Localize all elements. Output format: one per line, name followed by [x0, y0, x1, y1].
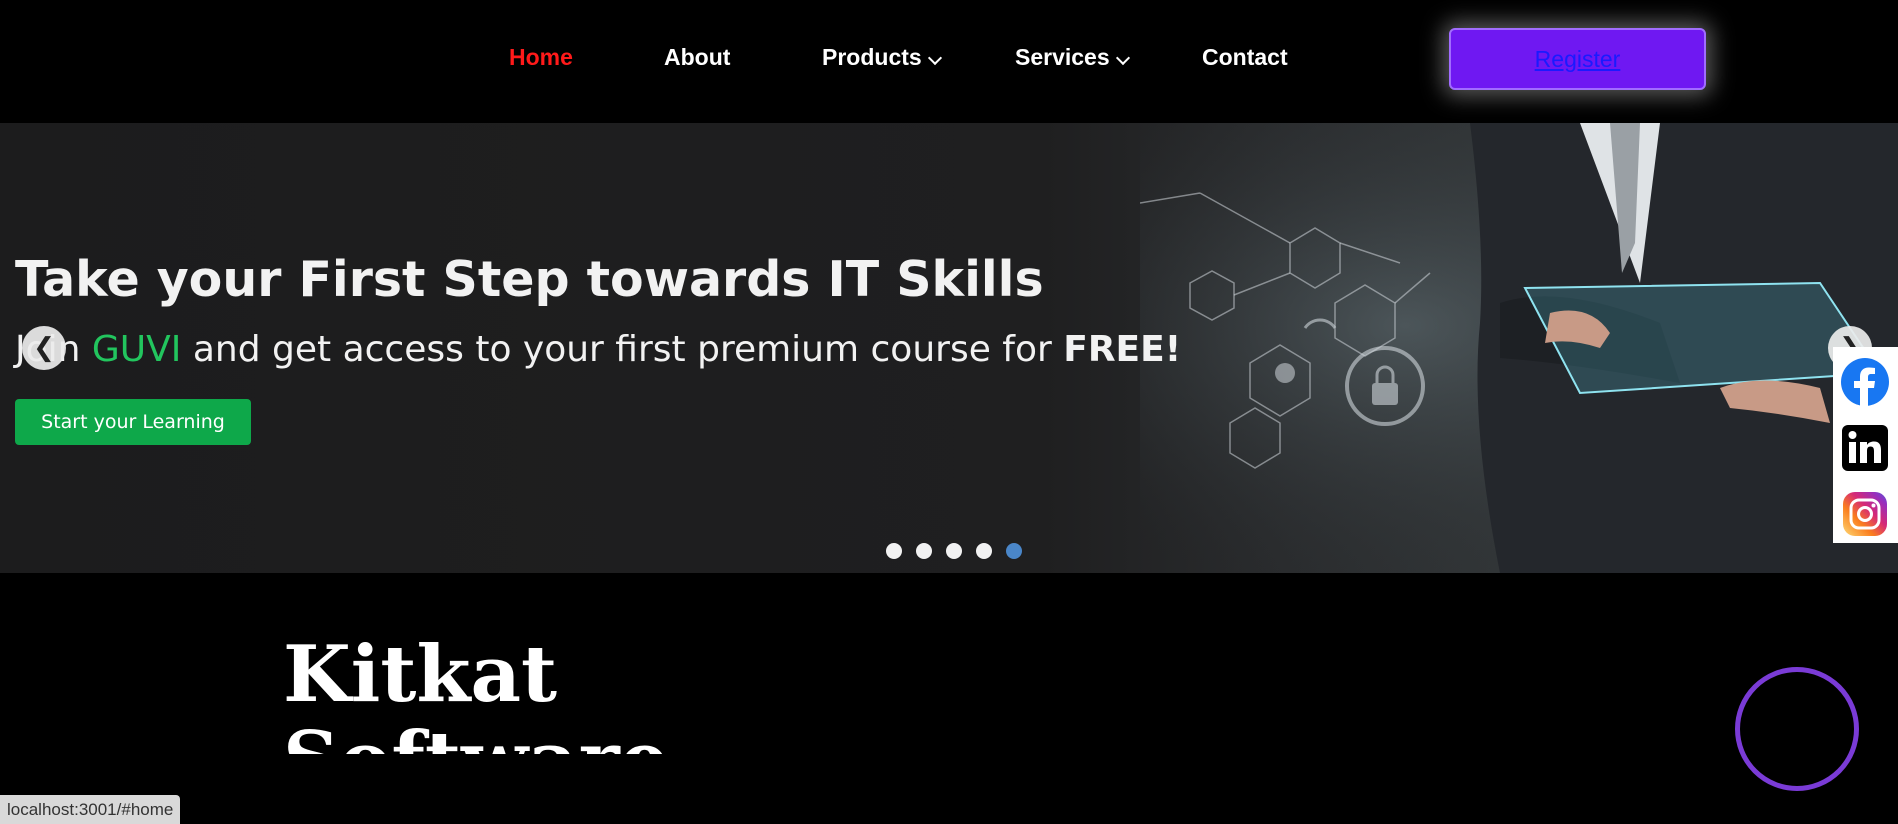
- hero-subtitle-emphasis: FREE!: [1063, 329, 1182, 370]
- nav-products[interactable]: Products: [822, 44, 942, 71]
- chat-bubble-button[interactable]: [1735, 667, 1859, 791]
- hero-title: Take your First Step towards IT Skills: [15, 251, 1044, 308]
- nav-home[interactable]: Home: [509, 44, 573, 71]
- carousel-dot[interactable]: [946, 543, 962, 559]
- top-navbar: Home About Products Services Contact Reg…: [0, 0, 1898, 123]
- start-learning-button[interactable]: Start your Learning: [15, 399, 251, 445]
- hero-image: [1140, 123, 1898, 573]
- instagram-icon[interactable]: [1840, 489, 1890, 539]
- nav-services[interactable]: Services: [1015, 44, 1130, 71]
- hero-subtitle: Join GUVI and get access to your first p…: [15, 329, 1181, 370]
- register-button[interactable]: Register: [1449, 28, 1706, 90]
- carousel-dot[interactable]: [976, 543, 992, 559]
- company-name-heading: Kitkat Software: [283, 632, 703, 754]
- hero-subtitle-middle: and get access to your first premium cou…: [181, 329, 1064, 370]
- chevron-left-icon: ❮: [33, 333, 55, 363]
- nav-contact[interactable]: Contact: [1202, 44, 1288, 71]
- chevron-down-icon: [927, 50, 942, 66]
- carousel-prev-button[interactable]: ❮: [22, 326, 66, 370]
- company-name-line1: Kitkat: [283, 632, 558, 720]
- linkedin-icon[interactable]: [1840, 423, 1890, 473]
- carousel-dot[interactable]: [916, 543, 932, 559]
- nav-products-label: Products: [822, 44, 922, 70]
- browser-status-bar: localhost:3001/#home: [0, 795, 181, 824]
- nav-services-label: Services: [1015, 44, 1110, 70]
- social-sidebar: [1833, 347, 1898, 543]
- carousel-dot-active[interactable]: [1006, 543, 1022, 559]
- carousel-indicators: [886, 543, 1022, 559]
- hero-carousel: Take your First Step towards IT Skills J…: [0, 123, 1898, 573]
- chevron-down-icon: [1115, 50, 1130, 66]
- nav-about[interactable]: About: [664, 44, 730, 71]
- company-name-line2: Software: [283, 718, 703, 755]
- carousel-dot[interactable]: [886, 543, 902, 559]
- facebook-icon[interactable]: [1840, 357, 1890, 407]
- hero-brand-name: GUVI: [91, 329, 182, 370]
